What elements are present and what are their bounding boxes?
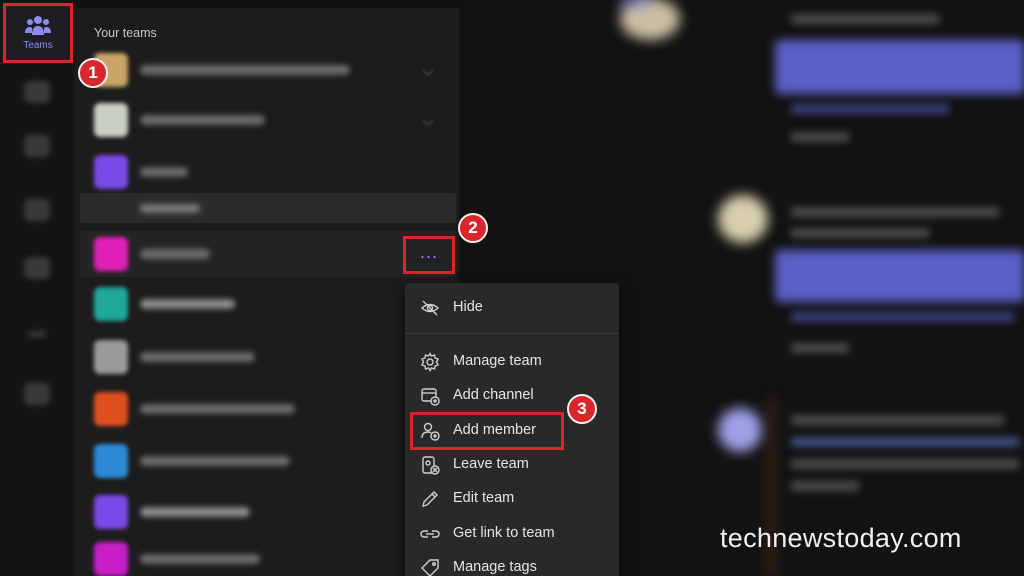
team-avatar bbox=[94, 392, 128, 426]
message-link bbox=[790, 312, 1015, 322]
menu-item-label: Manage tags bbox=[453, 559, 537, 575]
teams-tab[interactable]: Teams bbox=[3, 3, 73, 63]
tag-icon bbox=[421, 559, 439, 576]
team-name bbox=[140, 65, 350, 75]
message-text bbox=[790, 481, 860, 491]
team-name bbox=[140, 299, 235, 309]
message-text bbox=[790, 459, 1020, 469]
step-badge-1: 1 bbox=[78, 58, 108, 88]
avatar bbox=[718, 195, 768, 243]
team-avatar bbox=[94, 495, 128, 529]
ellipsis-icon: ... bbox=[419, 242, 438, 262]
teams-tab-label: Teams bbox=[23, 40, 53, 51]
chat-icon bbox=[24, 135, 50, 157]
message-card bbox=[775, 40, 1024, 94]
menu-item-label: Get link to team bbox=[453, 525, 555, 541]
team-row[interactable] bbox=[80, 281, 456, 327]
team-name bbox=[140, 167, 188, 177]
pencil-icon bbox=[422, 491, 438, 507]
menu-item-leave-team[interactable]: Leave team bbox=[405, 447, 619, 481]
add-member-highlight bbox=[410, 412, 564, 450]
rail-item-chat[interactable] bbox=[12, 124, 62, 168]
team-row[interactable] bbox=[80, 149, 456, 195]
chevron-down-icon[interactable] bbox=[422, 64, 434, 76]
rail-item-calls[interactable] bbox=[12, 246, 62, 290]
leave-team-icon bbox=[422, 456, 440, 475]
avatar bbox=[620, 0, 680, 40]
team-row[interactable] bbox=[80, 536, 456, 576]
team-name bbox=[140, 115, 265, 125]
message-header bbox=[790, 415, 1005, 425]
team-row[interactable] bbox=[80, 334, 456, 380]
menu-divider bbox=[405, 333, 619, 334]
top-indicator bbox=[620, 0, 650, 6]
menu-item-get-link[interactable]: Get link to team bbox=[405, 516, 619, 550]
menu-item-label: Manage team bbox=[453, 353, 542, 369]
activity-icon bbox=[24, 81, 50, 103]
hide-icon bbox=[420, 300, 440, 316]
team-row[interactable] bbox=[80, 97, 456, 143]
team-name bbox=[140, 352, 255, 362]
menu-item-label: Hide bbox=[453, 299, 483, 315]
pane-top-strip bbox=[74, 0, 460, 8]
team-row[interactable] bbox=[80, 489, 456, 535]
menu-item-manage-team[interactable]: Manage team bbox=[405, 344, 619, 378]
team-row[interactable] bbox=[80, 438, 456, 484]
team-avatar bbox=[94, 287, 128, 321]
menu-item-label: Leave team bbox=[453, 456, 529, 472]
message-header bbox=[790, 207, 1000, 217]
gear-icon bbox=[421, 352, 439, 372]
team-row-selected[interactable] bbox=[80, 231, 456, 277]
message-link bbox=[790, 104, 950, 114]
menu-item-hide[interactable]: Hide bbox=[405, 290, 619, 324]
message-text bbox=[790, 437, 1020, 447]
link-icon bbox=[420, 530, 440, 538]
team-avatar bbox=[94, 237, 128, 271]
reply-link bbox=[790, 132, 850, 142]
team-avatar bbox=[94, 103, 128, 137]
rail-item-activity[interactable] bbox=[12, 70, 62, 114]
channel-name bbox=[140, 204, 200, 213]
team-list-pane: Your teams bbox=[74, 0, 460, 576]
menu-item-label: Add channel bbox=[453, 387, 534, 403]
menu-item-label: Edit team bbox=[453, 490, 515, 506]
team-avatar bbox=[94, 340, 128, 374]
calls-icon bbox=[24, 257, 50, 279]
menu-item-manage-tags[interactable]: Manage tags bbox=[405, 550, 619, 576]
watermark: technewstoday.com bbox=[720, 523, 962, 553]
team-avatar bbox=[94, 155, 128, 189]
step-badge-3: 3 bbox=[567, 394, 597, 424]
team-name bbox=[140, 507, 250, 517]
team-name bbox=[140, 404, 295, 414]
team-row[interactable] bbox=[80, 386, 456, 432]
message-text bbox=[790, 228, 930, 238]
reply-link bbox=[790, 343, 850, 353]
add-channel-icon bbox=[421, 388, 440, 406]
rail-item-apps[interactable] bbox=[12, 372, 62, 416]
rail-item-more[interactable] bbox=[12, 312, 62, 356]
your-teams-heading: Your teams bbox=[94, 26, 157, 40]
more-options-button[interactable]: ... bbox=[403, 236, 455, 274]
avatar bbox=[718, 408, 762, 452]
app-rail: Teams bbox=[0, 0, 74, 576]
team-name bbox=[140, 554, 260, 564]
team-avatar bbox=[94, 444, 128, 478]
team-name bbox=[140, 456, 290, 466]
message-header bbox=[790, 14, 940, 24]
rail-item-calendar[interactable] bbox=[12, 188, 62, 232]
calendar-icon bbox=[24, 199, 50, 221]
more-apps-icon bbox=[28, 331, 46, 337]
teams-icon bbox=[25, 16, 51, 35]
menu-item-edit-team[interactable]: Edit team bbox=[405, 481, 619, 515]
team-avatar bbox=[94, 542, 128, 576]
message-card bbox=[775, 250, 1024, 302]
step-badge-2: 2 bbox=[458, 213, 488, 243]
channel-row[interactable] bbox=[80, 193, 456, 223]
chevron-down-icon[interactable] bbox=[422, 114, 434, 126]
team-name bbox=[140, 249, 210, 259]
apps-icon bbox=[24, 383, 50, 405]
team-row[interactable] bbox=[80, 47, 456, 93]
